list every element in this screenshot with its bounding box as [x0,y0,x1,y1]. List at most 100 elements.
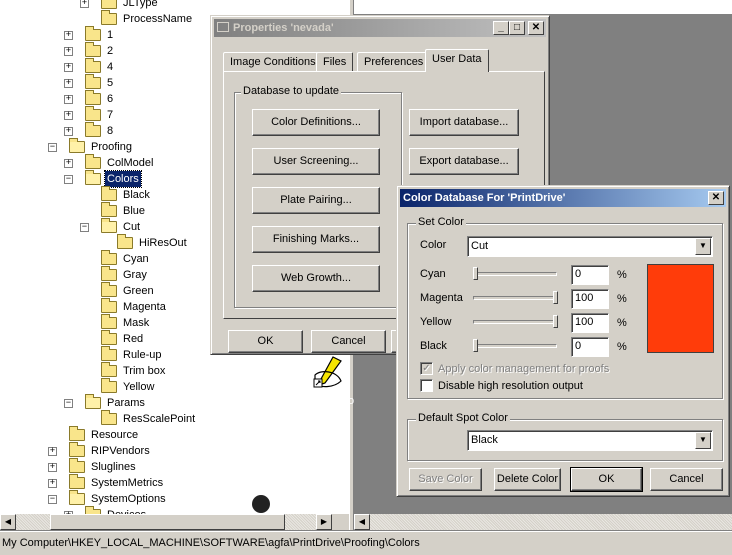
save-color-button[interactable]: Save Color [409,468,482,491]
tree-item-label[interactable]: 5 [105,75,115,91]
channel-value-cyan[interactable]: 0 [571,265,609,285]
finishing-marks-button[interactable]: Finishing Marks... [252,226,380,253]
expand-icon[interactable]: + [64,95,73,104]
color-database-dialog[interactable]: Color Database For 'PrintDrive' ✕ Set Co… [396,185,730,497]
tree-item-label[interactable]: 7 [105,107,115,123]
tree-item[interactable]: Resource [0,426,349,443]
values-scroll-left-button[interactable]: ◀ [354,514,370,530]
scroll-left-button[interactable]: ◀ [0,514,16,530]
tree-item[interactable]: − SystemOptions [0,490,349,507]
tree-item-label[interactable]: Blue [121,203,147,219]
tree-item-label[interactable]: Black [121,187,152,203]
expand-icon[interactable]: + [64,47,73,56]
ok-button[interactable]: OK [570,467,643,492]
user-screening-button[interactable]: User Screening... [252,148,380,175]
delete-color-button[interactable]: Delete Color [494,468,561,491]
minimize-button[interactable]: _ [493,21,509,35]
collapse-icon[interactable]: − [48,143,57,152]
import-database-button[interactable]: Import database... [409,109,519,136]
tab-user-data[interactable]: User Data [425,49,489,72]
expand-icon[interactable]: + [48,463,57,472]
tree-item-label[interactable]: SystemOptions [89,491,168,507]
tree-item-label[interactable]: 8 [105,123,115,139]
tree-horizontal-scrollbar[interactable]: ◀ ▶ [0,514,332,530]
tree-item-label[interactable]: Sluglines [89,459,138,475]
expand-icon[interactable]: + [48,479,57,488]
values-horizontal-scrollbar[interactable]: ◀ [354,514,732,530]
tree-item-label[interactable]: ColModel [105,155,155,171]
tree-item-label[interactable]: 2 [105,43,115,59]
tree-item-label[interactable]: Trim box [121,363,167,379]
collapse-icon[interactable]: − [48,495,57,504]
tree-item-label[interactable]: Magenta [121,299,168,315]
tree-item-label[interactable]: Params [105,395,147,411]
properties-titlebar[interactable]: Properties 'nevada' _ □ ✕ [214,19,546,37]
tree-item[interactable]: + RIPVendors [0,442,349,459]
tree-item-label[interactable]: Yellow [121,379,156,395]
tree-item-label[interactable]: SystemMetrics [89,475,165,491]
disable-hires-checkbox[interactable] [420,379,433,392]
channel-value-yellow[interactable]: 100 [571,313,609,333]
expand-icon[interactable]: + [48,447,57,456]
channel-slider-yellow[interactable] [473,320,557,324]
slider-thumb[interactable] [553,315,558,328]
dialog-close-button[interactable]: ✕ [708,191,724,205]
tree-item-label[interactable]: RIPVendors [89,443,152,459]
properties-cancel-button[interactable]: Cancel [311,330,386,353]
channel-value-magenta[interactable]: 100 [571,289,609,309]
tree-item-label[interactable]: Green [121,283,156,299]
expand-icon[interactable]: + [64,159,73,168]
chevron-down-icon[interactable]: ▼ [695,432,711,449]
channel-value-black[interactable]: 0 [571,337,609,357]
channel-slider-black[interactable] [473,344,557,348]
desktop-shortcut[interactable]: Shortcut to jte.exe [290,355,365,421]
chevron-down-icon[interactable]: ▼ [695,238,711,255]
tree-item-label[interactable]: 4 [105,59,115,75]
tree-item-label[interactable]: Proofing [89,139,134,155]
expand-icon[interactable]: + [64,111,73,120]
collapse-icon[interactable]: − [64,399,73,408]
channel-slider-cyan[interactable] [473,272,557,276]
tree-item-label[interactable]: HiResOut [137,235,189,251]
tree-item-label[interactable]: JLType [121,0,160,11]
spot-color-select[interactable]: Black ▼ [467,430,713,451]
slider-thumb[interactable] [473,339,478,352]
expand-icon[interactable]: + [64,63,73,72]
tree-item-label[interactable]: ResScalePoint [121,411,197,427]
tree-item-label[interactable]: 1 [105,27,115,43]
tree-item-label[interactable]: 6 [105,91,115,107]
maximize-button[interactable]: □ [509,21,525,35]
apply-cm-checkbox[interactable]: ✓ [420,362,433,375]
color-database-titlebar[interactable]: Color Database For 'PrintDrive' ✕ [400,189,726,207]
tree-item[interactable]: + Sluglines [0,458,349,475]
slider-thumb[interactable] [553,291,558,304]
tree-item-label[interactable]: Mask [121,315,151,331]
expand-icon[interactable]: + [64,31,73,40]
properties-ok-button[interactable]: OK [228,330,303,353]
tree-item[interactable]: + SystemMetrics [0,474,349,491]
tree-item-label[interactable]: Resource [89,427,140,443]
plate-pairing-button[interactable]: Plate Pairing... [252,187,380,214]
export-database-button[interactable]: Export database... [409,148,519,175]
web-growth-button[interactable]: Web Growth... [252,265,380,292]
scroll-thumb[interactable] [50,514,285,530]
close-button[interactable]: ✕ [528,21,544,35]
collapse-icon[interactable]: − [80,223,89,232]
tree-item-label[interactable]: ProcessName [121,11,194,27]
tree-item-label[interactable]: Red [121,331,145,347]
tree-item-label[interactable]: Colors [104,170,142,188]
expand-icon[interactable]: + [64,79,73,88]
tab-image-conditions[interactable]: Image Conditions [223,52,323,72]
color-select[interactable]: Cut ▼ [467,236,713,257]
expand-icon[interactable]: + [64,127,73,136]
expand-icon[interactable]: + [80,0,89,8]
slider-thumb[interactable] [473,267,478,280]
tree-item-label[interactable]: Gray [121,267,149,283]
tree-item-label[interactable]: Cut [121,219,142,235]
cancel-button[interactable]: Cancel [650,468,723,491]
tree-item-label[interactable]: Rule-up [121,347,164,363]
tree-item-label[interactable]: Cyan [121,251,151,267]
color-definitions-button[interactable]: Color Definitions... [252,109,380,136]
tree-item[interactable]: + JLType [0,0,349,11]
collapse-icon[interactable]: − [64,175,73,184]
